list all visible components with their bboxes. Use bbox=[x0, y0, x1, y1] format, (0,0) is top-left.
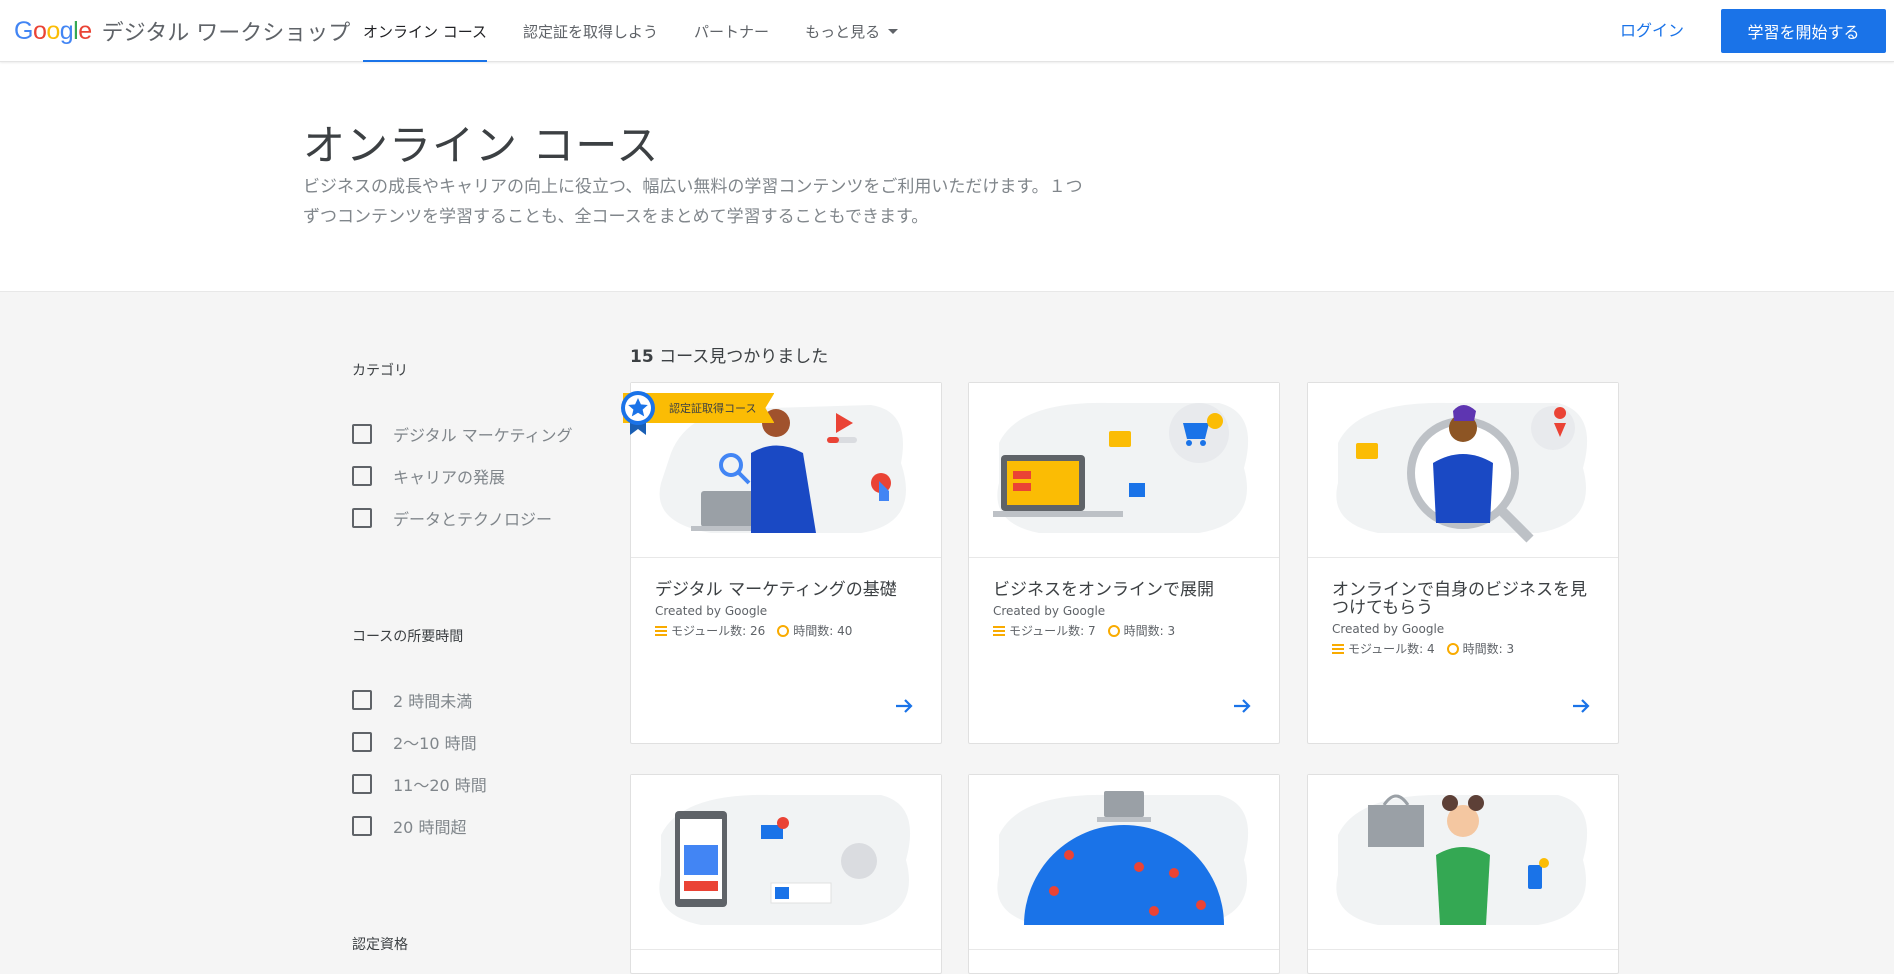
course-card[interactable] bbox=[968, 774, 1280, 974]
filter-option[interactable]: 20 時間超 bbox=[352, 814, 466, 838]
filter-title-certification: 認定資格 bbox=[352, 937, 408, 953]
filter-option[interactable]: キャリアの発展 bbox=[352, 464, 505, 488]
page-description: ビジネスの成長やキャリアの向上に役立つ、幅広い無料の学習コンテンツをご利用いただ… bbox=[303, 177, 1083, 227]
checkbox[interactable] bbox=[352, 732, 372, 752]
filter-option[interactable]: 11〜20 時間 bbox=[352, 772, 487, 796]
product-name: デジタル ワークショップ bbox=[101, 21, 351, 46]
course-title[interactable]: ビジネスをオンラインで展開 bbox=[993, 581, 1263, 599]
course-title[interactable]: デジタル マーケティングの基礎 bbox=[655, 581, 925, 599]
login-link[interactable]: ログイン bbox=[1620, 17, 1684, 41]
google-logo-text: Google bbox=[14, 16, 92, 45]
course-meta: モジュール数: 4 時間数: 3 bbox=[1332, 640, 1514, 657]
course-creator: Created by Google bbox=[1332, 622, 1445, 636]
course-card[interactable]: オンラインで自身のビジネスを見つけてもらう Created by Google … bbox=[1307, 382, 1619, 744]
checkbox[interactable] bbox=[352, 774, 372, 794]
course-meta: モジュール数: 7 時間数: 3 bbox=[993, 622, 1175, 639]
course-meta: モジュール数: 26 時間数: 40 bbox=[655, 622, 852, 639]
nav-certificates[interactable]: 認定証を取得しよう bbox=[505, 0, 676, 62]
filter-option[interactable]: デジタル マーケティング bbox=[352, 422, 573, 446]
arrow-right-icon[interactable] bbox=[1231, 695, 1253, 717]
course-card[interactable]: 認定証取得コース デジタル マーケティングの基礎 Created by Goog… bbox=[621, 382, 942, 744]
modules-icon bbox=[655, 625, 667, 636]
site-header: Google デジタル ワークショップ オンライン コース 認定証を取得しよう … bbox=[0, 0, 1894, 62]
clock-icon bbox=[1107, 624, 1120, 637]
checkbox[interactable] bbox=[352, 690, 372, 710]
course-image bbox=[1308, 775, 1618, 950]
main-nav: オンライン コース 認定証を取得しよう パートナー もっと見る bbox=[345, 0, 916, 62]
filter-option[interactable]: 2〜10 時間 bbox=[352, 730, 477, 754]
course-card[interactable] bbox=[1307, 774, 1619, 974]
checkbox[interactable] bbox=[352, 816, 372, 836]
checkbox[interactable] bbox=[352, 424, 372, 444]
course-image bbox=[969, 775, 1279, 950]
course-card[interactable]: ビジネスをオンラインで展開 Created by Google モジュール数: … bbox=[968, 382, 1280, 744]
site-logo[interactable]: Google デジタル ワークショップ bbox=[14, 15, 350, 47]
nav-more[interactable]: もっと見る bbox=[787, 0, 916, 62]
clock-icon bbox=[1446, 642, 1459, 655]
results-count: 15 コース見つかりました bbox=[630, 347, 829, 367]
hero-section: オンライン コース ビジネスの成長やキャリアの向上に役立つ、幅広い無料の学習コン… bbox=[0, 62, 1894, 292]
course-image bbox=[1308, 383, 1618, 558]
arrow-right-icon[interactable] bbox=[1570, 695, 1592, 717]
course-image bbox=[969, 383, 1279, 558]
course-creator: Created by Google bbox=[993, 604, 1106, 618]
arrow-right-icon[interactable] bbox=[893, 695, 915, 717]
filter-option[interactable]: データとテクノロジー bbox=[352, 506, 552, 530]
filter-title-duration: コースの所要時間 bbox=[352, 629, 464, 645]
page-title: オンライン コース bbox=[303, 121, 660, 170]
caret-down-icon bbox=[888, 28, 899, 34]
start-learning-button[interactable]: 学習を開始する bbox=[1721, 9, 1886, 53]
course-image bbox=[631, 775, 941, 950]
filter-title-category: カテゴリ bbox=[352, 363, 408, 379]
course-title[interactable]: オンラインで自身のビジネスを見つけてもらう bbox=[1332, 581, 1602, 617]
course-card[interactable] bbox=[630, 774, 942, 974]
clock-icon bbox=[777, 624, 790, 637]
filter-option[interactable]: 2 時間未満 bbox=[352, 688, 472, 712]
course-creator: Created by Google bbox=[655, 604, 768, 618]
checkbox[interactable] bbox=[352, 508, 372, 528]
nav-online-courses[interactable]: オンライン コース bbox=[345, 0, 505, 62]
medal-icon bbox=[621, 391, 655, 435]
nav-partners[interactable]: パートナー bbox=[676, 0, 787, 62]
checkbox[interactable] bbox=[352, 466, 372, 486]
modules-icon bbox=[993, 625, 1005, 636]
modules-icon bbox=[1332, 643, 1344, 654]
